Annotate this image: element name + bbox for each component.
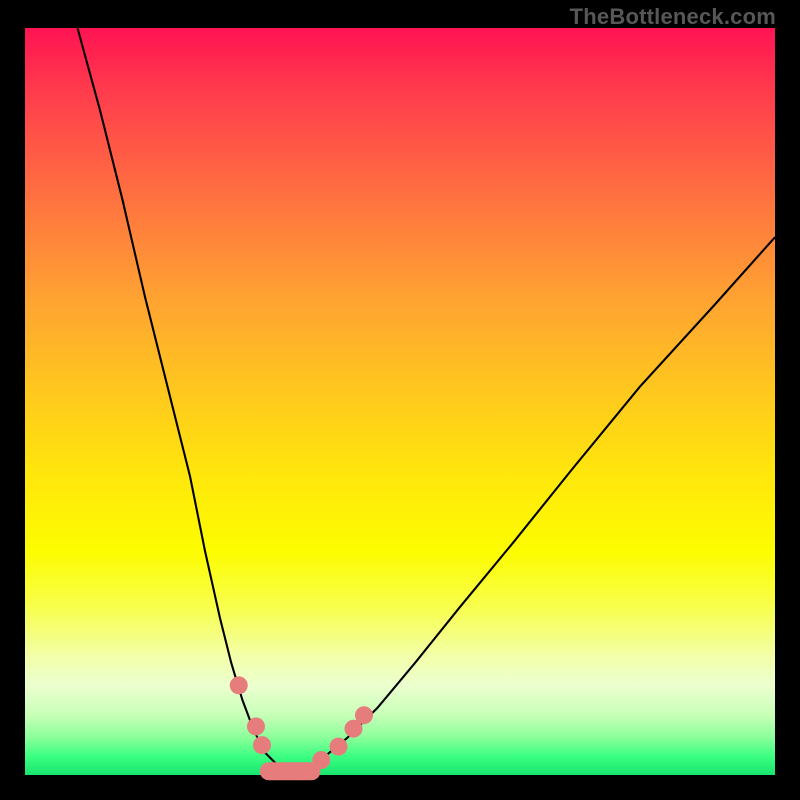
data-point-marker [312,751,330,769]
attribution-text: TheBottleneck.com [570,4,776,30]
data-point-marker [330,738,348,756]
chart-frame: TheBottleneck.com [0,0,800,800]
data-point-marker [253,736,271,754]
data-point-marker [355,706,373,724]
data-point-marker [230,676,248,694]
plot-area [25,28,775,775]
curve-layer [25,28,775,775]
bottleneck-curve [78,28,776,775]
data-point-marker [247,717,265,735]
